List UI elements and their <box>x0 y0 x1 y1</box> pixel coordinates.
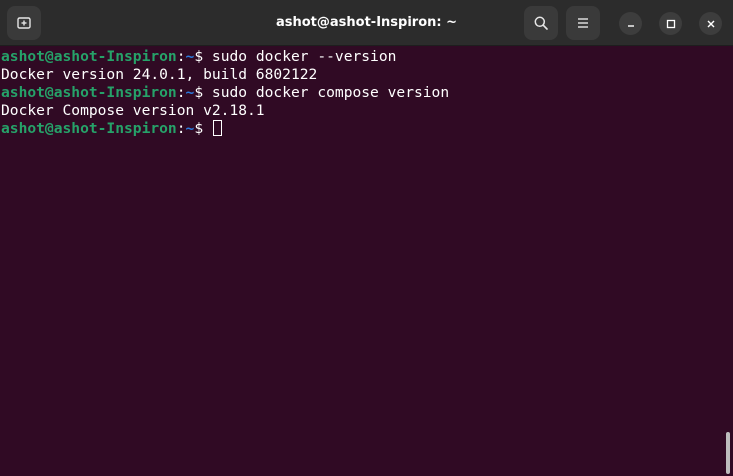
command-text: sudo docker --version <box>211 48 397 65</box>
new-tab-button[interactable] <box>7 6 41 40</box>
minimize-button[interactable] <box>619 12 642 35</box>
close-icon <box>707 20 714 27</box>
output-text: Docker Compose version v2.18.1 <box>1 102 265 119</box>
text-cursor <box>212 120 222 136</box>
prompt-user: ashot@ashot-Inspiron <box>1 120 177 137</box>
terminal-window: ashot@ashot-Inspiron: ~ ashot@ashot-Insp… <box>0 0 733 476</box>
new-tab-icon <box>17 17 31 29</box>
prompt-path: ~ <box>185 120 195 137</box>
prompt-path: ~ <box>185 84 195 101</box>
terminal-output[interactable]: ashot@ashot-Inspiron:~$ sudo docker --ve… <box>0 48 733 476</box>
prompt-separator: : <box>176 84 186 101</box>
terminal-line: ashot@ashot-Inspiron:~$ sudo docker comp… <box>0 84 733 102</box>
command-text: sudo docker compose version <box>211 84 450 101</box>
search-icon <box>534 16 548 30</box>
maximize-icon <box>666 19 675 28</box>
minimize-icon <box>627 24 634 27</box>
prompt-symbol: $ <box>194 84 212 101</box>
header-bar: ashot@ashot-Inspiron: ~ <box>0 0 733 46</box>
terminal-line: Docker Compose version v2.18.1 <box>0 102 733 120</box>
maximize-button[interactable] <box>659 12 682 35</box>
prompt-user: ashot@ashot-Inspiron <box>1 48 177 65</box>
terminal-line: Docker version 24.0.1, build 6802122 <box>0 66 733 84</box>
menu-button[interactable] <box>566 6 600 40</box>
output-text: Docker version 24.0.1, build 6802122 <box>1 66 318 83</box>
search-button[interactable] <box>524 6 558 40</box>
terminal-line: ashot@ashot-Inspiron:~$ sudo docker --ve… <box>0 48 733 66</box>
terminal-line: ashot@ashot-Inspiron:~$ <box>0 120 733 138</box>
prompt-symbol: $ <box>194 120 212 137</box>
prompt-separator: : <box>176 48 186 65</box>
prompt-separator: : <box>176 120 186 137</box>
scrollbar[interactable] <box>726 432 730 474</box>
close-button[interactable] <box>699 12 722 35</box>
prompt-path: ~ <box>185 48 195 65</box>
hamburger-menu-icon <box>578 18 588 28</box>
prompt-symbol: $ <box>194 48 212 65</box>
prompt-user: ashot@ashot-Inspiron <box>1 84 177 101</box>
